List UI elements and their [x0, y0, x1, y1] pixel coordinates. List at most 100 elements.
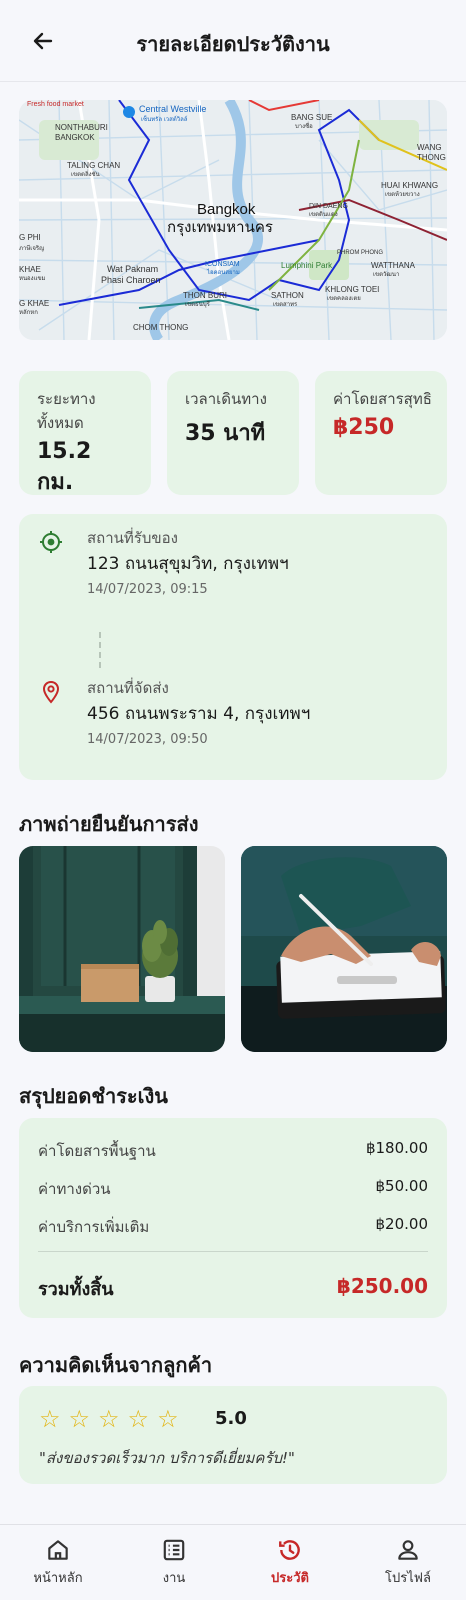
- route-connector: [99, 632, 101, 668]
- map-label: SATHON: [271, 291, 304, 300]
- dropoff-time: 14/07/2023, 09:50: [87, 732, 208, 747]
- map-label: หนองแขม: [19, 276, 46, 282]
- payment-section-title: สรุปยอดชำระเงิน: [19, 1084, 168, 1108]
- payment-row: ค่าทางด่วน ฿50.00: [38, 1177, 428, 1201]
- delivery-photo-package[interactable]: [19, 846, 225, 1052]
- map-label: ICONSIAM: [205, 261, 240, 268]
- stat-distance: ระยะทางทั้งหมด 15.2 กม.: [19, 371, 151, 495]
- map-label: บางซื่อ: [295, 122, 313, 130]
- map-canvas: Fresh food market Central Westville เซ็น…: [19, 100, 447, 340]
- map-label: เขตดินแดง: [309, 211, 338, 218]
- list-icon: [163, 1539, 185, 1561]
- map-label: BANGKOK: [55, 133, 95, 142]
- person-icon: [398, 1540, 418, 1560]
- map-label: เขตคลองเตย: [327, 296, 361, 302]
- payment-row-label: ค่าบริการเพิ่มเติม: [38, 1218, 150, 1236]
- map-label: KHAE: [19, 265, 41, 274]
- payment-row: ค่าโดยสารพื้นฐาน ฿180.00: [38, 1139, 428, 1163]
- map-label: KHLONG TOEI: [325, 285, 379, 294]
- map-label: G PHI: [19, 233, 41, 242]
- map-label: WATTHANA: [371, 261, 416, 270]
- map-label: THON BURI: [183, 291, 227, 300]
- map-label: Phasi Charoen: [101, 275, 161, 285]
- map-label: ภาษีเจริญ: [19, 244, 44, 252]
- nav-label: โปรไฟล์: [385, 1571, 431, 1586]
- stat-label: ระยะทางทั้งหมด: [37, 390, 96, 432]
- map-label: CHOM THONG: [133, 323, 188, 332]
- payment-divider: [38, 1251, 428, 1252]
- route-map[interactable]: Fresh food market Central Westville เซ็น…: [19, 100, 447, 340]
- payment-total-row: รวมทั้งสิ้น ฿250.00: [38, 1274, 428, 1303]
- map-label: เขตธนบุรี: [185, 300, 211, 308]
- map-label: เขตตลิ่งชัน: [71, 170, 100, 178]
- home-icon: [48, 1540, 68, 1560]
- map-label: HUAI KHWANG: [381, 181, 438, 190]
- map-label: เขตวัฒนา: [373, 271, 399, 278]
- map-label: PHROM PHONG: [337, 250, 383, 256]
- nav-label: หน้าหลัก: [33, 1571, 83, 1586]
- star-icon: ☆: [98, 1405, 120, 1433]
- map-label: เขตสาทร: [273, 301, 298, 308]
- payment-row-amount: ฿20.00: [375, 1215, 429, 1233]
- rating-value: 5.0: [215, 1408, 247, 1429]
- stat-duration: เวลาเดินทาง 35 นาที: [167, 371, 299, 495]
- map-label: Fresh food market: [27, 101, 84, 108]
- package-at-door-image: [19, 846, 225, 1052]
- bottom-navigation: หน้าหลัก งาน ประวัติ โปรไฟล์: [0, 1524, 466, 1600]
- nav-item-home[interactable]: หน้าหลัก: [0, 1525, 116, 1600]
- nav-item-profile[interactable]: โปรไฟล์: [350, 1525, 466, 1600]
- stat-value: 15.2 กม.: [37, 439, 92, 495]
- stat-label: เวลาเดินทาง: [185, 390, 267, 408]
- star-icon: ☆: [39, 1405, 61, 1433]
- map-label: WANG: [417, 143, 442, 152]
- route-card: สถานที่รับของ 123 ถนนสุขุมวิท, กรุงเทพฯ …: [19, 514, 447, 780]
- map-label: DIN DAENG: [309, 203, 348, 210]
- map-label: BANG SUE: [291, 113, 332, 122]
- map-label: ไอคอนสยาม: [206, 268, 240, 276]
- signing-document-image: [241, 846, 447, 1052]
- nav-label: ประวัติ: [271, 1571, 309, 1586]
- map-label: เขตห้วยขวาง: [385, 191, 420, 198]
- payment-row: ค่าบริการเพิ่มเติม ฿20.00: [38, 1215, 428, 1239]
- nav-item-history[interactable]: ประวัติ: [232, 1525, 348, 1600]
- review-section-title: ความคิดเห็นจากลูกค้า: [19, 1353, 213, 1377]
- history-icon: [279, 1540, 300, 1560]
- app-header: รายละเอียดประวัติงาน: [0, 0, 466, 82]
- star-icon: ☆: [68, 1405, 91, 1433]
- review-comment: "ส่งของรวดเร็วมาก บริการดีเยี่ยมครับ!": [39, 1449, 295, 1467]
- map-label: Lumphini Park: [281, 261, 333, 270]
- map-label: G KHAE: [19, 299, 49, 308]
- stat-value: ฿250: [333, 415, 395, 440]
- star-icon: ☆: [157, 1405, 179, 1433]
- pickup-time: 14/07/2023, 09:15: [87, 582, 208, 597]
- payment-row-amount: ฿180.00: [365, 1139, 428, 1157]
- customer-review-card: ☆ ☆ ☆ ☆ ☆ 5.0 "ส่งของรวดเร็วมาก บริการดี…: [19, 1386, 447, 1484]
- map-label: Wat Paknam: [107, 264, 158, 274]
- payment-summary-card: ค่าโดยสารพื้นฐาน ฿180.00 ค่าทางด่วน ฿50.…: [19, 1118, 447, 1318]
- payment-row-amount: ฿50.00: [375, 1177, 429, 1195]
- total-label: รวมทั้งสิ้น: [38, 1279, 114, 1300]
- trip-stats: ระยะทางทั้งหมด 15.2 กม. เวลาเดินทาง 35 น…: [19, 371, 447, 495]
- pickup-address: 123 ถนนสุขุมวิท, กรุงเทพฯ: [87, 554, 289, 574]
- delivery-photo-signature[interactable]: [241, 846, 447, 1052]
- nav-label: งาน: [162, 1571, 186, 1586]
- dropoff-address: 456 ถนนพระราม 4, กรุงเทพฯ: [87, 704, 311, 724]
- map-label: NONTHABURI: [55, 123, 108, 132]
- star-rating: ☆ ☆ ☆ ☆ ☆: [39, 1406, 179, 1432]
- nav-item-jobs[interactable]: งาน: [116, 1525, 232, 1600]
- map-label: กรุงเทพมหานคร: [167, 219, 273, 237]
- location-pin-icon: [42, 680, 60, 704]
- page-title: รายละเอียดประวัติงาน: [136, 32, 330, 56]
- map-label: THONG: [417, 153, 446, 162]
- payment-row-label: ค่าโดยสารพื้นฐาน: [38, 1142, 156, 1160]
- pickup-label: สถานที่รับของ: [87, 529, 178, 547]
- dropoff-label: สถานที่จัดส่ง: [87, 679, 169, 697]
- map-label: Bangkok: [197, 201, 256, 218]
- photos-section-title: ภาพถ่ายยืนยันการส่ง: [19, 812, 199, 836]
- stat-value: 35 นาที: [185, 421, 266, 446]
- map-label: TALING CHAN: [67, 161, 120, 170]
- total-amount: ฿250.00: [336, 1274, 428, 1298]
- stat-fare: ค่าโดยสารสุทธิ ฿250: [315, 371, 447, 495]
- map-label: หลักหก: [19, 309, 38, 316]
- target-icon: [40, 531, 62, 553]
